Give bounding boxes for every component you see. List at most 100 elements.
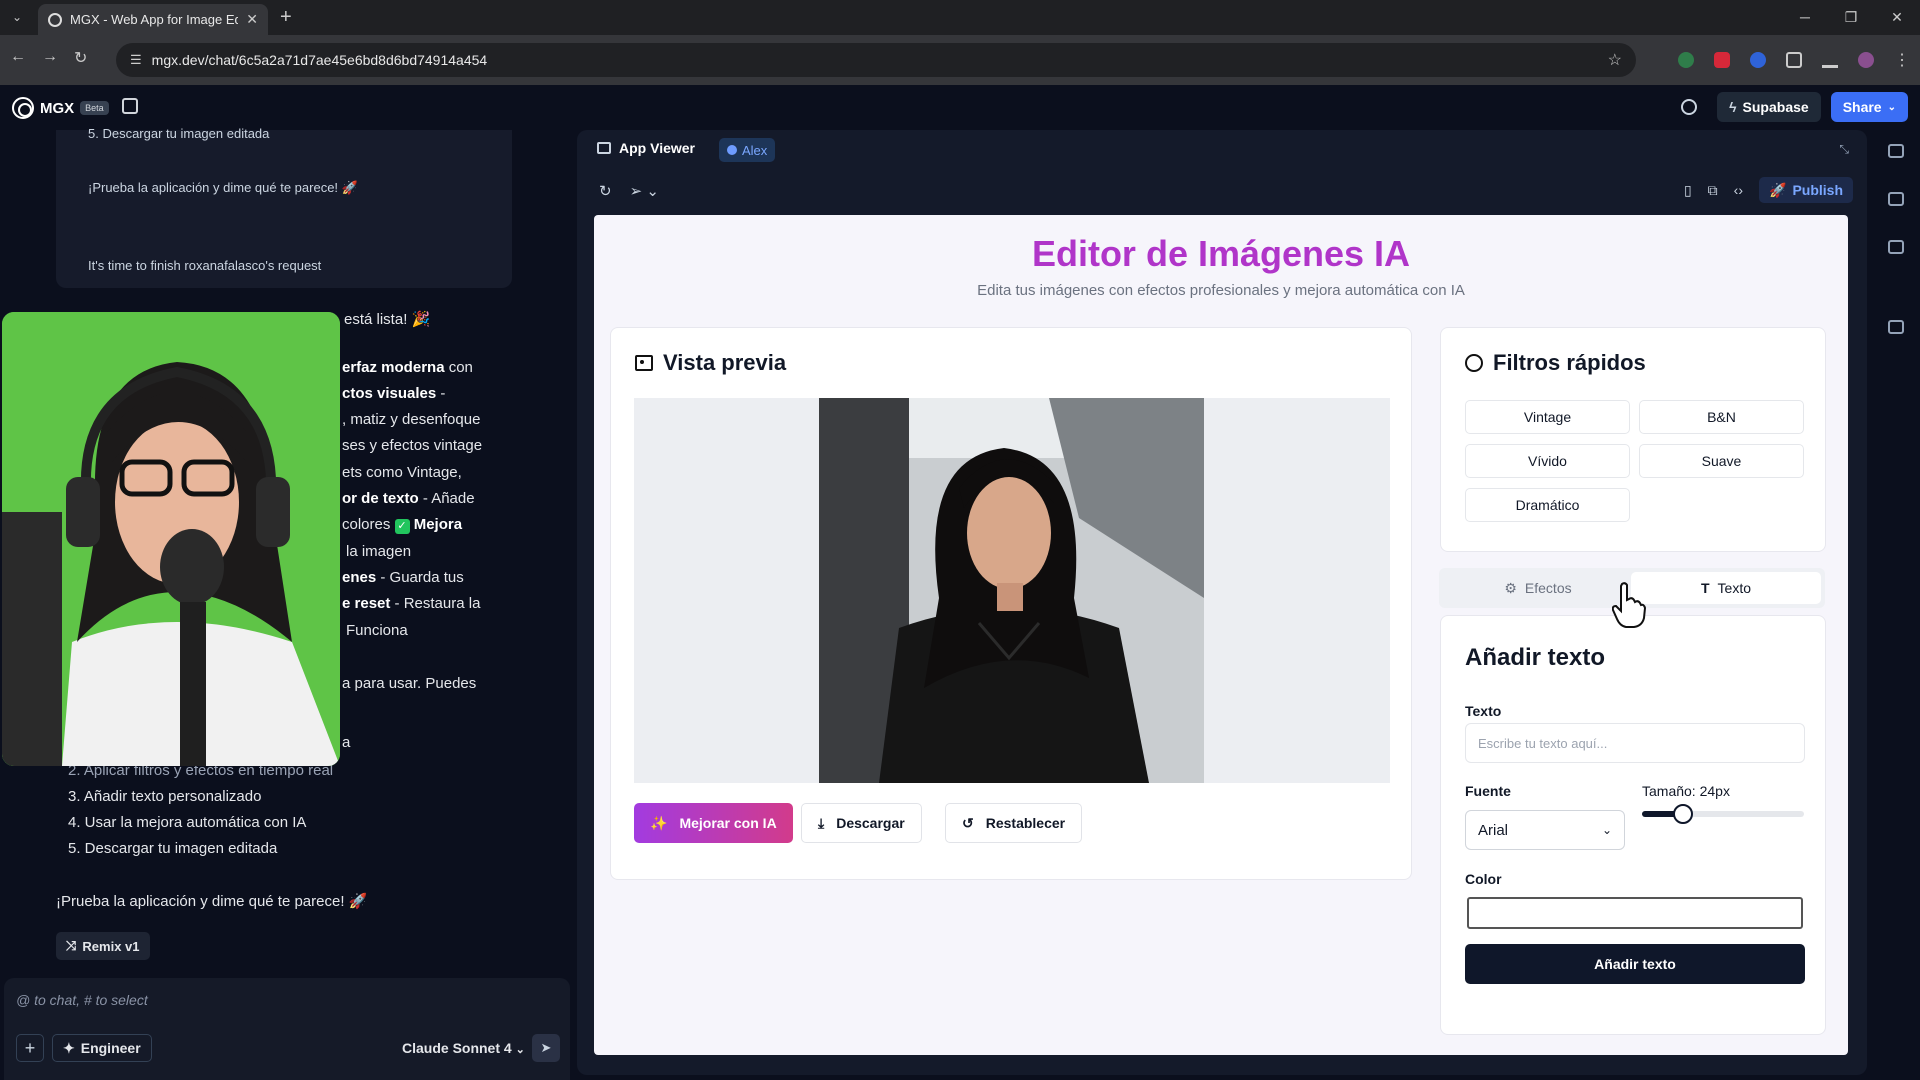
chat-fragment: colores ✓ Mejora [342, 516, 462, 534]
step-item: 5. Descargar tu imagen editada [68, 840, 278, 857]
font-value: Arial [1478, 821, 1509, 839]
chat-fragment: a [342, 734, 351, 751]
checkmark-icon: ✓ [394, 519, 410, 534]
folder-icon[interactable] [1888, 320, 1904, 334]
tab-effects[interactable]: ⚙ Efectos [1443, 572, 1633, 604]
webcam-person-image [2, 312, 340, 766]
chat-text: colores [342, 516, 391, 533]
history-icon[interactable] [1681, 99, 1698, 115]
beta-badge: Beta [80, 101, 109, 115]
bookmark-star-icon[interactable]: ☆ [1608, 50, 1622, 70]
supabase-bolt-icon: ϟ [1729, 99, 1737, 115]
color-picker-input[interactable] [1467, 897, 1803, 929]
size-slider[interactable] [1642, 804, 1804, 824]
tab-search-icon[interactable]: ⌄ [6, 6, 28, 28]
add-attachment-button[interactable]: + [16, 1034, 44, 1062]
preview-photo [819, 398, 1204, 783]
filter-vintage-button[interactable]: Vintage [1465, 400, 1630, 434]
extension-green-icon[interactable] [1678, 52, 1694, 68]
url-input[interactable]: ☰ mgx.dev/chat/6c5a2a71d7ae45e6bd8d6bd74… [116, 43, 1636, 77]
font-select[interactable]: Arial ⌄ [1465, 810, 1625, 850]
filters-title: Filtros rápidos [1493, 350, 1646, 375]
chat-text: con [448, 359, 473, 376]
mobile-view-icon[interactable]: ▯ [1684, 182, 1692, 199]
model-selector[interactable]: Claude Sonnet 4 ⌄ [402, 1040, 525, 1056]
remix-button[interactable]: ⤨ Remix v1 [56, 932, 150, 960]
supabase-label: Supabase [1742, 99, 1809, 115]
chevron-down-icon: ⌄ [1601, 823, 1612, 837]
app-subtitle: Edita tus imágenes con efectos profesion… [977, 282, 1465, 299]
sidebar-toggle-icon[interactable] [122, 98, 138, 114]
chat-bold: erfaz moderna [342, 359, 445, 376]
puzzle-icon[interactable] [1786, 52, 1802, 68]
preview-card-title: Vista previa [635, 350, 786, 376]
new-tab-icon[interactable]: + [280, 6, 292, 28]
minimize-icon[interactable]: ─ [1782, 0, 1828, 35]
sparkles-icon: ✨ [650, 814, 668, 831]
tab-close-icon[interactable]: ✕ [246, 11, 258, 28]
address-bar: ← → ↻ ☰ mgx.dev/chat/6c5a2a71d7ae45e6bd8… [0, 35, 1920, 85]
chat-bold: or de texto [342, 490, 419, 507]
code-editor-icon[interactable] [1888, 240, 1904, 254]
card-line: It's time to finish roxanafalasco's requ… [88, 258, 322, 273]
agent-avatar-icon [727, 145, 737, 155]
chevron-down-icon: ⌄ [1887, 101, 1896, 113]
publish-button[interactable]: 🚀 Publish [1759, 177, 1853, 203]
chat-input-box[interactable]: @ to chat, # to select + ✦ Engineer Clau… [4, 978, 570, 1080]
site-settings-icon[interactable]: ☰ [130, 52, 142, 68]
restore-icon[interactable]: ❐ [1828, 0, 1874, 35]
browser-tab[interactable]: MGX - Web App for Image Edit ✕ [38, 4, 268, 35]
mgx-logo[interactable]: MGX Beta [12, 97, 109, 119]
chat-text: - Añade [422, 490, 475, 507]
forward-icon[interactable]: → [42, 48, 58, 68]
chat-text: - [440, 385, 446, 402]
preview-card: Vista previa ✨ Mejorar con IA ⤓ Descarga… [610, 327, 1412, 880]
pointer-select-icon[interactable]: ➢ ⌄ [630, 182, 659, 200]
tab-text[interactable]: T Texto [1631, 572, 1821, 604]
right-rail [1872, 130, 1920, 1075]
download-button[interactable]: ⤓ Descargar [801, 803, 922, 843]
chat-fragment: e reset - Restaura la [342, 595, 480, 612]
extension-icons: ⋮ [1678, 50, 1910, 70]
extension-blue-icon[interactable] [1750, 52, 1766, 68]
text-input[interactable]: Escribe tu texto aquí... [1465, 723, 1805, 763]
browser-menu-icon[interactable]: ⋮ [1894, 50, 1910, 70]
viewer-toolbar-left: ↻ ➢ ⌄ [599, 182, 659, 200]
size-label: Tamaño: 24px [1642, 783, 1730, 799]
filter-soft-button[interactable]: Suave [1639, 444, 1804, 478]
adblock-icon[interactable] [1714, 52, 1730, 68]
chat-text: - Guarda tus [380, 569, 464, 586]
send-button[interactable]: ➤ [532, 1034, 560, 1062]
viewer-title-text: App Viewer [619, 140, 695, 156]
remix-label: Remix v1 [82, 938, 140, 954]
agent-badge[interactable]: Alex [719, 138, 776, 162]
filter-vivid-button[interactable]: Vívido [1465, 444, 1630, 478]
open-external-icon[interactable]: ⧉ [1708, 182, 1718, 199]
back-icon[interactable]: ← [10, 48, 26, 68]
reload-icon[interactable]: ↻ [74, 48, 87, 68]
color-label: Color [1465, 871, 1502, 887]
filter-dramatic-button[interactable]: Dramático [1465, 488, 1630, 522]
engineer-mode-button[interactable]: ✦ Engineer [52, 1034, 152, 1062]
download-icon[interactable] [1822, 52, 1838, 68]
chat-fragment: está lista! 🎉 [344, 311, 431, 328]
code-icon[interactable]: ‹› [1734, 182, 1743, 198]
refresh-icon[interactable]: ↻ [599, 182, 612, 200]
viewer-toolbar-right: ▯ ⧉ ‹› 🚀 Publish [1684, 177, 1853, 203]
add-text-button[interactable]: Añadir texto [1465, 944, 1805, 984]
collapse-icon[interactable]: ⤡ [1839, 142, 1849, 157]
enhance-ai-button[interactable]: ✨ Mejorar con IA [634, 803, 793, 843]
share-button[interactable]: Share ⌄ [1830, 92, 1908, 122]
filter-bw-button[interactable]: B&N [1639, 400, 1804, 434]
chat-fragment: a para usar. Puedes [342, 675, 477, 692]
browser-tab-bar: ⌄ MGX - Web App for Image Edit ✕ + ─ ❐ ✕ [0, 0, 1920, 35]
browser-panel-icon[interactable] [1888, 192, 1904, 206]
add-text-label: Añadir texto [1594, 956, 1676, 972]
size-slider-thumb[interactable] [1672, 804, 1693, 824]
profile-avatar-icon[interactable] [1858, 52, 1874, 68]
close-window-icon[interactable]: ✕ [1874, 0, 1920, 35]
terminal-icon[interactable] [1888, 144, 1904, 158]
reset-button[interactable]: ↺ Restablecer [945, 803, 1083, 843]
supabase-button[interactable]: ϟ Supabase [1717, 92, 1821, 122]
window-icon [597, 142, 611, 154]
